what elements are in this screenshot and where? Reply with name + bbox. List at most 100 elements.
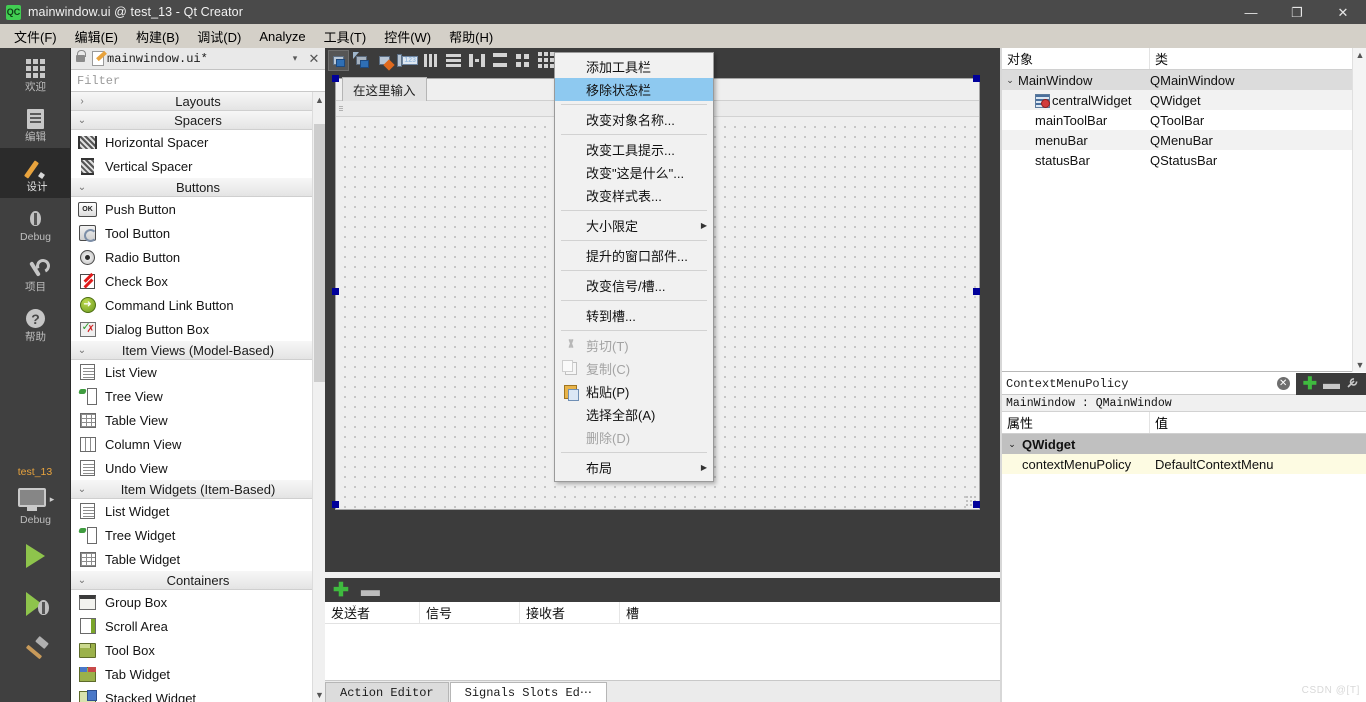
- property-filter-input[interactable]: ContextMenuPolicy: [1002, 377, 1277, 391]
- scrollbar-thumb[interactable]: [314, 124, 325, 382]
- table-row[interactable]: mainToolBar QToolBar: [1002, 110, 1366, 130]
- close-icon[interactable]: ✕: [303, 51, 325, 67]
- context-menu-item-size-constraints[interactable]: 大小限定 ▶: [555, 214, 713, 237]
- mode-welcome[interactable]: 欢迎: [0, 48, 71, 98]
- widget-item-push-button[interactable]: OK Push Button: [71, 197, 325, 221]
- lock-icon[interactable]: [71, 48, 89, 70]
- mode-projects[interactable]: 项目: [0, 248, 71, 298]
- edit-widgets-button[interactable]: [328, 49, 349, 71]
- selection-handle-bottom-left[interactable]: [332, 501, 339, 508]
- layout-in-form-button[interactable]: [512, 50, 533, 71]
- widget-group-item-widgets[interactable]: ⌄ Item Widgets (Item-Based): [71, 480, 325, 499]
- mode-debug[interactable]: Debug: [0, 198, 71, 248]
- widget-item-vertical-spacer[interactable]: Vertical Spacer: [71, 154, 325, 178]
- mode-help[interactable]: ? 帮助: [0, 298, 71, 348]
- widget-box-filter-input[interactable]: Filter: [71, 70, 325, 92]
- menu-tools[interactable]: 工具(T): [315, 24, 376, 49]
- menu-help[interactable]: 帮助(H): [440, 24, 502, 49]
- widget-item-check-box[interactable]: Check Box: [71, 269, 325, 293]
- maximize-button[interactable]: ❐: [1274, 0, 1320, 24]
- widget-item-undo-view[interactable]: Undo View: [71, 456, 325, 480]
- selection-handle-left[interactable]: [332, 288, 339, 295]
- widget-item-tool-button[interactable]: Tool Button: [71, 221, 325, 245]
- widget-item-table-widget[interactable]: Table Widget: [71, 547, 325, 571]
- widget-item-tree-view[interactable]: Tree View: [71, 384, 325, 408]
- menu-analyze[interactable]: Analyze: [250, 26, 314, 47]
- menu-edit[interactable]: 编辑(E): [66, 24, 127, 49]
- layout-in-grid-button[interactable]: [535, 50, 556, 71]
- context-menu-item-change-stylesheet[interactable]: 改变样式表...: [555, 184, 713, 207]
- layout-horizontally-button[interactable]: [420, 50, 441, 71]
- context-menu-item-paste[interactable]: 粘贴(P): [555, 380, 713, 403]
- column-class[interactable]: 类: [1150, 48, 1366, 69]
- widget-group-spacers[interactable]: ⌄ Spacers: [71, 111, 325, 130]
- context-menu-item-add-toolbar[interactable]: 添加工具栏: [555, 55, 713, 78]
- context-menu-item-change-object-name[interactable]: 改变对象名称...: [555, 108, 713, 131]
- table-row[interactable]: contextMenuPolicy DefaultContextMenu: [1002, 454, 1366, 474]
- menu-widgets[interactable]: 控件(W): [375, 24, 440, 49]
- column-receiver[interactable]: 接收者: [520, 602, 620, 623]
- widget-item-horizontal-spacer[interactable]: Horizontal Spacer: [71, 130, 325, 154]
- widget-group-buttons[interactable]: ⌄ Buttons: [71, 178, 325, 197]
- context-menu-item-promoted-widgets[interactable]: 提升的窗口部件...: [555, 244, 713, 267]
- context-menu-item-change-tooltip[interactable]: 改变工具提示...: [555, 138, 713, 161]
- twisty-icon[interactable]: ⌄: [1002, 75, 1018, 86]
- minimize-button[interactable]: —: [1228, 0, 1274, 24]
- widget-item-stacked-widget[interactable]: Stacked Widget: [71, 686, 325, 702]
- run-button[interactable]: [0, 530, 71, 578]
- widget-item-command-link-button[interactable]: ➜ Command Link Button: [71, 293, 325, 317]
- add-property-icon[interactable]: ✚: [1300, 375, 1320, 392]
- menu-debug[interactable]: 调试(D): [188, 24, 250, 49]
- edit-signals-slots-button[interactable]: [351, 50, 372, 71]
- context-menu-item-layout[interactable]: 布局 ▶: [555, 456, 713, 479]
- widget-group-item-views[interactable]: ⌄ Item Views (Model-Based): [71, 341, 325, 360]
- selection-handle-top-left[interactable]: [332, 75, 339, 82]
- column-slot[interactable]: 槽: [620, 602, 1002, 623]
- context-menu-item-remove-statusbar[interactable]: 移除状态栏: [555, 78, 713, 101]
- widget-item-table-view[interactable]: Table View: [71, 408, 325, 432]
- table-row[interactable]: ⌄ MainWindow QMainWindow: [1002, 70, 1366, 90]
- column-value[interactable]: 值: [1150, 412, 1366, 433]
- table-row[interactable]: statusBar QStatusBar: [1002, 150, 1366, 170]
- widget-item-tool-box[interactable]: Tool Box: [71, 638, 325, 662]
- property-group-qwidget[interactable]: ⌄ QWidget: [1002, 434, 1366, 454]
- table-row[interactable]: centralWidget QWidget: [1002, 90, 1366, 110]
- layout-in-splitter-vertical-button[interactable]: [489, 50, 510, 71]
- column-object[interactable]: 对象: [1002, 48, 1150, 69]
- build-button[interactable]: [0, 626, 71, 666]
- scroll-down-icon[interactable]: ▼: [1353, 358, 1366, 372]
- clear-filter-icon[interactable]: ✕: [1276, 377, 1290, 390]
- context-menu-item-go-to-slot[interactable]: 转到槽...: [555, 304, 713, 327]
- widget-item-scroll-area[interactable]: Scroll Area: [71, 614, 325, 638]
- menu-build[interactable]: 构建(B): [127, 24, 188, 49]
- context-menu-item-change-signals-slots[interactable]: 改变信号/槽...: [555, 274, 713, 297]
- remove-connection-button[interactable]: ▬: [361, 581, 380, 600]
- scroll-up-icon[interactable]: ▲: [313, 92, 325, 107]
- widget-group-layouts[interactable]: › Layouts: [71, 92, 325, 111]
- configure-icon[interactable]: [1343, 376, 1362, 392]
- selection-handle-top-right[interactable]: [973, 75, 980, 82]
- column-sender[interactable]: 发送者 ⌄: [325, 600, 420, 623]
- edit-buddies-button[interactable]: [374, 50, 395, 71]
- object-inspector-scrollbar[interactable]: ▲ ▼: [1352, 48, 1366, 372]
- open-file-name[interactable]: mainwindow.ui*: [107, 52, 287, 66]
- mode-design[interactable]: 设计: [0, 148, 71, 198]
- scroll-down-icon[interactable]: ▼: [313, 687, 325, 702]
- selection-handle-right[interactable]: [973, 288, 980, 295]
- layout-in-splitter-horizontal-button[interactable]: [466, 50, 487, 71]
- widget-item-radio-button[interactable]: Radio Button: [71, 245, 325, 269]
- widget-item-column-view[interactable]: Column View: [71, 432, 325, 456]
- property-value[interactable]: DefaultContextMenu: [1150, 457, 1366, 472]
- column-property[interactable]: 属性: [1002, 412, 1150, 433]
- scroll-up-icon[interactable]: ▲: [1353, 48, 1366, 62]
- widget-item-list-view[interactable]: List View: [71, 360, 325, 384]
- widget-box-scrollbar[interactable]: ▲ ▼: [312, 92, 325, 702]
- close-button[interactable]: ✕: [1320, 0, 1366, 24]
- tab-signals-slots-editor[interactable]: Signals Slots Ed⋯: [449, 682, 607, 702]
- context-menu-item-change-whats-this[interactable]: 改变"这是什么"...: [555, 161, 713, 184]
- menu-file[interactable]: 文件(F): [5, 24, 66, 49]
- signal-slot-table-body[interactable]: [325, 624, 1002, 680]
- widget-item-list-widget[interactable]: List Widget: [71, 499, 325, 523]
- layout-vertically-button[interactable]: [443, 50, 464, 71]
- edit-tab-order-button[interactable]: 123: [397, 50, 418, 71]
